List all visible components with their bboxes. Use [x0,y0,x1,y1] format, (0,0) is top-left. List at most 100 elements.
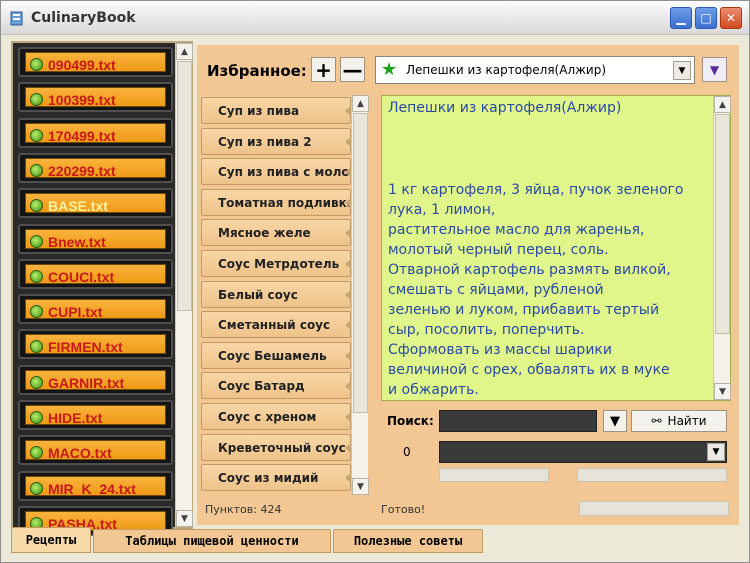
app-icon [10,11,23,26]
file-item[interactable]: BASE.txt [18,188,173,219]
find-button[interactable]: ⚯ Найти [631,410,727,432]
results-dropdown-arrow[interactable]: ▼ [707,443,725,461]
recipe-scroll-down-button[interactable]: ▼ [352,478,369,495]
recipe-item[interactable]: Креветочный соус [201,433,351,461]
file-name: 090499.txt [48,57,116,73]
recipe-name: Суп из пива [218,104,300,118]
file-name: BASE.txt [48,198,108,215]
file-name: 100399.txt [48,92,116,109]
search-results-dropdown[interactable]: ▼ [439,441,727,463]
file-item[interactable]: 220299.txt [18,152,173,183]
tab-recipes[interactable]: Рецепты [11,527,91,553]
file-list-scrollbar[interactable]: ▲ ▼ [175,43,193,527]
minimize-icon: ▁ [676,11,686,25]
recipe-item[interactable]: Сметанный соус [201,311,351,339]
recipe-name: Соус с хреном [218,410,317,424]
search-input[interactable] [439,410,597,432]
remove-favorite-button[interactable]: — [340,57,365,82]
recipe-item[interactable]: Суп из пива с моло [201,158,351,186]
file-item-body: HIDE.txt [25,405,166,426]
maximize-button[interactable]: □ [695,7,717,29]
file-item-body: 100399.txt [25,87,166,109]
search-progress-left [439,468,549,482]
scroll-down-button[interactable]: ▼ [176,510,193,527]
recipe-scroll-up-button[interactable]: ▲ [352,95,369,112]
recipe-text-view[interactable]: Лепешки из картофеля(Алжир) 1 кг картофе… [381,95,731,401]
file-name: Bnew.txt [48,233,106,250]
chevron-up-icon: ▲ [719,99,726,110]
tab-useful-tips[interactable]: Полезные советы [333,529,483,553]
window-title: CulinaryBook [31,10,136,26]
close-icon: ✕ [725,11,737,25]
recipe-list-scrollbar[interactable]: ▲ ▼ [351,95,369,495]
recipe-name: Мясное желе [218,226,311,241]
recipe-line: величиной с орех, обвалять их в муке [388,362,670,378]
recipe-item[interactable]: Белый соус [201,280,351,308]
chevron-up-icon: ▲ [181,46,188,57]
file-item[interactable]: Bnew.txt [18,223,173,254]
recipe-item[interactable]: Томатная подливка [201,188,355,216]
add-favorite-button[interactable]: + [311,57,336,82]
dropdown-arrow-button[interactable]: ▼ [673,61,691,80]
text-scroll-thumb[interactable] [715,114,730,334]
recipe-item[interactable]: Мясное желе [201,219,351,247]
plus-icon: + [315,57,332,82]
file-item[interactable]: CUPI.txt [18,294,173,325]
file-item[interactable]: 090499.txt [18,47,173,77]
file-item[interactable]: FIRMEN.txt [18,329,173,360]
file-icon [30,375,43,389]
file-list-panel: 090499.txt 100399.txt 170499.txt 220299.txt… [11,41,193,536]
status-bar: Пунктов: 424 Готово! [197,497,739,521]
recipe-line: лука, 1 лимон, [388,202,496,218]
file-item-body: COUCI.txt [25,263,166,285]
close-button[interactable]: ✕ [720,7,742,29]
recipe-item[interactable]: Суп из пива [201,97,351,124]
star-icon: ★ [381,59,398,80]
file-item[interactable]: MACO.txt [18,435,173,466]
file-item[interactable]: 100399.txt [18,82,173,113]
file-item-body: 090499.txt [25,52,166,73]
file-name: MACO.txt [48,445,112,462]
file-item[interactable]: HIDE.txt [18,400,173,430]
recipe-line: 1 кг картофеля, 3 яйца, пучок зеленого [388,182,684,198]
file-icon [30,481,43,495]
scroll-thumb[interactable] [177,61,192,311]
filter-button[interactable]: ▼ [603,410,627,432]
file-name: COUCI.txt [48,268,115,285]
status-count: Пунктов: 424 [205,503,282,516]
triangle-down-icon: ▼ [709,62,720,77]
recipe-item[interactable]: Соус из мидий [201,464,351,492]
recipe-line: молотый черный перец, соль. [388,242,609,258]
file-item[interactable]: 170499.txt [18,117,173,148]
file-icon [30,411,43,424]
text-scroll-up-button[interactable]: ▲ [714,96,731,113]
file-item[interactable]: COUCI.txt [18,258,173,289]
minimize-button[interactable]: ▁ [670,7,692,29]
recipe-text-scrollbar[interactable]: ▲ ▼ [713,96,731,400]
recipe-item[interactable]: Соус Батард [201,372,351,400]
file-item[interactable]: GARNIR.txt [18,364,173,395]
recipe-title: Лепешки из картофеля(Алжир) [388,100,622,116]
file-item[interactable]: MIR_K_24.txt [18,470,173,501]
recipe-item[interactable]: Соус Бешамель [201,341,351,369]
recipe-name: Креветочный соус [218,440,346,455]
file-item-body: MACO.txt [25,440,166,462]
file-item-body: MIR_K_24.txt [25,475,166,497]
favorites-menu-button[interactable]: ▼ [702,57,727,82]
recipe-item[interactable]: Соус с хреном [201,403,351,430]
recipe-item[interactable]: Соус Метрдотель [201,250,351,277]
text-scroll-down-button[interactable]: ▼ [714,383,731,400]
tab-label: Таблицы пищевой ценности [125,534,299,548]
tab-nutrition-tables[interactable]: Таблицы пищевой ценности [93,529,331,553]
title-bar[interactable]: CulinaryBook ▁ □ ✕ [1,1,749,35]
recipe-item[interactable]: Суп из пива 2 [201,127,351,155]
find-button-label: Найти [667,414,707,428]
file-icon [30,199,43,213]
recipe-body: 1 кг картофеля, 3 яйца, пучок зеленого лу… [388,180,708,400]
favorites-label: Избранное: [207,62,307,80]
tab-label: Полезные советы [353,534,463,548]
scroll-up-button[interactable]: ▲ [176,43,193,60]
favorites-dropdown[interactable]: ★ Лепешки из картофеля(Алжир) ▼ [375,56,695,84]
file-icon [30,58,43,71]
recipe-scroll-thumb[interactable] [353,113,368,413]
